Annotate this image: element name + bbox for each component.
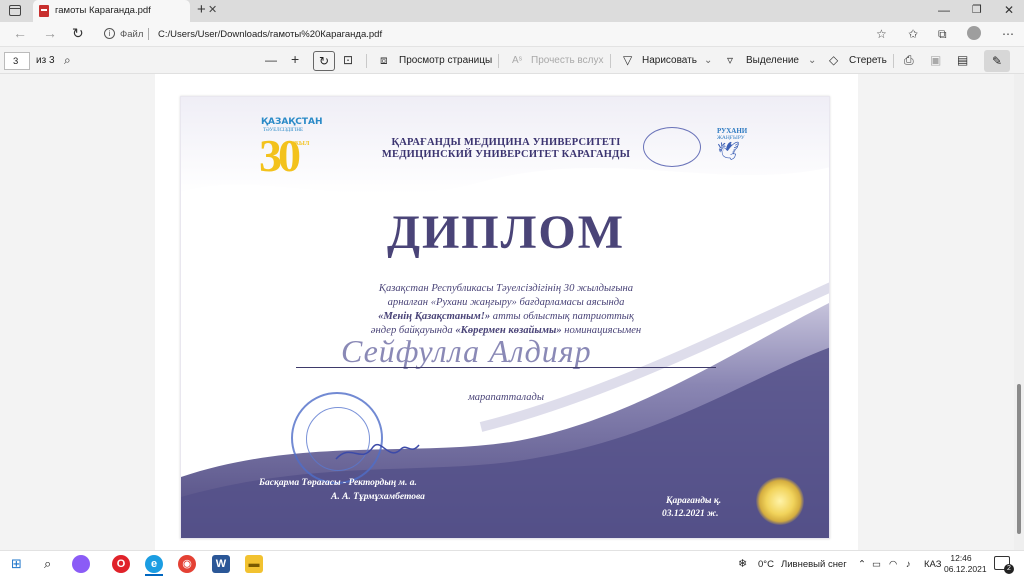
more-menu-icon[interactable]: ⋯ xyxy=(1002,27,1014,41)
notification-count: 2 xyxy=(1004,564,1014,574)
file-explorer-icon[interactable]: ▬ xyxy=(245,555,263,573)
diploma-title: ДИПЛОМ xyxy=(386,206,626,259)
university-emblem-icon xyxy=(643,127,701,167)
draw-icon[interactable]: ▽ xyxy=(623,53,632,67)
tab-actions-icon[interactable] xyxy=(9,5,21,16)
tab-title: гамоты Караганда.pdf xyxy=(55,5,151,16)
eraser-icon[interactable]: ◇ xyxy=(829,53,838,67)
logo-right-line1: РУХАНИ xyxy=(717,127,748,135)
notifications-icon[interactable]: 2 xyxy=(994,556,1014,574)
highlight-button[interactable]: Выделение xyxy=(746,55,799,66)
highlight-icon[interactable]: ▿ xyxy=(727,53,733,67)
close-window-icon[interactable]: ✕ xyxy=(1004,3,1014,17)
clock-date: 06.12.2021 xyxy=(944,564,987,574)
opera-icon[interactable]: O xyxy=(112,555,130,573)
toolbar-divider xyxy=(498,54,499,68)
save-icon: ▣ xyxy=(930,53,942,67)
signer-name: А. А. Тұрмұхамбетова xyxy=(331,492,425,502)
battery-icon[interactable]: ▭ xyxy=(872,559,881,570)
read-aloud-button[interactable]: Прочесть вслух xyxy=(531,55,603,66)
address-divider xyxy=(148,28,149,40)
gold-emblem xyxy=(756,477,804,525)
logo-left-line1: ҚАЗАҚСТАН xyxy=(261,117,323,127)
pin-toolbar-button[interactable]: ✎ xyxy=(984,50,1010,72)
temperature[interactable]: 0°C xyxy=(758,559,774,570)
profile-avatar[interactable] xyxy=(967,26,981,40)
zoom-out-icon[interactable]: — xyxy=(265,53,277,67)
clock[interactable]: 12:46 06.12.2021 xyxy=(944,553,987,575)
city: Қарағанды қ. xyxy=(666,496,722,506)
text-line-3-rest: атты облыстық патриоттық xyxy=(490,311,634,322)
weather-text[interactable]: Ливневый снег xyxy=(781,559,847,570)
bird-icon: 🕊 xyxy=(717,141,740,161)
pin-icon: ✎ xyxy=(991,54,1003,68)
taskbar-search-icon[interactable]: ⌕ xyxy=(44,556,51,572)
protocol-label: Файл xyxy=(120,29,144,40)
forward-icon[interactable]: → xyxy=(43,25,57,41)
pdf-toolbar: 3 из 3 ⌕ — + ↻ ⊡ ⧈ Просмотр страницы Aˢ … xyxy=(0,46,1024,74)
clock-time: 12:46 xyxy=(950,553,972,563)
print-icon[interactable]: ⎙ xyxy=(904,53,914,68)
search-icon[interactable]: ⌕ xyxy=(64,53,71,68)
close-tab-icon[interactable]: ✕ xyxy=(208,3,217,16)
info-icon[interactable]: i xyxy=(104,28,115,39)
read-aloud-icon: Aˢ xyxy=(512,55,523,66)
toolbar-divider xyxy=(893,54,894,68)
toolbar-divider xyxy=(366,54,367,68)
start-windows-icon[interactable]: ⊞ xyxy=(11,556,22,572)
scrollbar-thumb[interactable] xyxy=(1017,384,1021,534)
zoom-in-icon[interactable]: + xyxy=(291,51,299,67)
taskbar: ⊞ ⌕ O e ◉ W ▬ ❄ 0°C Ливневый снег ⌃ ▭ ◠ … xyxy=(0,550,1024,576)
language-indicator[interactable]: КАЗ xyxy=(924,559,942,570)
chrome-icon[interactable]: ◉ xyxy=(178,555,196,573)
draw-button[interactable]: Нарисовать xyxy=(642,55,697,66)
weather-icon[interactable]: ❄ xyxy=(738,557,747,570)
url-text[interactable]: C:/Users/User/Downloads/гамоты%20Караган… xyxy=(158,29,382,40)
maximize-icon[interactable]: ❐ xyxy=(972,3,982,16)
browser-tab[interactable]: гамоты Караганда.pdf ✕ xyxy=(33,0,217,22)
title-bar: гамоты Караганда.pdf ✕ + — ❐ ✕ xyxy=(0,0,1024,22)
wifi-icon[interactable]: ◠ xyxy=(889,559,897,570)
vertical-scrollbar[interactable] xyxy=(1014,74,1024,550)
navigation-bar: ← → ↻ i Файл C:/Users/User/Downloads/гам… xyxy=(0,22,1024,46)
collections-icon[interactable]: ⧉ xyxy=(938,27,947,42)
save-as-icon[interactable]: ▤ xyxy=(957,53,968,67)
favorite-star-icon[interactable]: ☆ xyxy=(876,27,887,41)
pdf-file-icon xyxy=(39,5,49,17)
text-line-3-bold: «Менің Қазақстаным!» xyxy=(378,311,491,322)
text-line-3: «Менің Қазақстаным!» атты облыстық патри… xyxy=(181,311,829,322)
erase-button[interactable]: Стереть xyxy=(849,55,887,66)
new-tab-icon[interactable]: + xyxy=(197,1,206,18)
issue-date: 03.12.2021 ж. xyxy=(662,509,719,519)
tray-chevron-icon[interactable]: ⌃ xyxy=(858,559,866,570)
word-icon[interactable]: W xyxy=(212,555,230,573)
volume-icon[interactable]: ♪ xyxy=(906,559,911,570)
minimize-icon[interactable]: — xyxy=(938,3,950,17)
page-view-button[interactable]: Просмотр страницы xyxy=(399,55,492,66)
rukhani-zhangyru-logo: РУХАНИ ЖАҢҒЫРУ 🕊 xyxy=(717,127,747,162)
awarded-text: марапатталады xyxy=(468,392,544,403)
recipient-name: Сейфулла Алдияр xyxy=(341,333,592,369)
favorites-icon[interactable]: ✩ xyxy=(908,27,918,41)
page-number-input[interactable]: 3 xyxy=(4,52,30,70)
back-icon[interactable]: ← xyxy=(13,25,27,41)
rotate-icon: ↻ xyxy=(318,54,330,68)
text-line-1: Қазақстан Республикасы Тәуелсіздігінің 3… xyxy=(378,283,634,294)
diploma-image: ҚАЗАҚСТАН ТӘУЕЛСІЗДІГІНЕ 30 ЖЫЛ ҚАРАҒАНД… xyxy=(180,96,830,539)
text-line-2: арналған «Рухани жаңғыру» бағдарламасы а… xyxy=(387,297,625,308)
recipient-line xyxy=(296,367,716,368)
highlight-dropdown-icon[interactable]: ⌄ xyxy=(808,55,816,66)
page-total: из 3 xyxy=(36,55,55,66)
fit-page-icon[interactable]: ⊡ xyxy=(343,53,353,67)
draw-dropdown-icon[interactable]: ⌄ xyxy=(704,55,712,66)
page-view-icon[interactable]: ⧈ xyxy=(380,53,388,68)
signer-title: Басқарма Төрағасы - Ректордың м. а. xyxy=(259,478,417,488)
refresh-icon[interactable]: ↻ xyxy=(72,25,84,42)
signature xyxy=(335,443,420,460)
address-bar[interactable]: i Файл C:/Users/User/Downloads/гамоты%20… xyxy=(96,24,900,44)
toolbar-divider xyxy=(610,54,611,68)
rotate-button[interactable]: ↻ xyxy=(313,51,335,71)
edge-icon[interactable]: e xyxy=(145,555,163,573)
assistant-app-icon[interactable] xyxy=(72,555,90,573)
